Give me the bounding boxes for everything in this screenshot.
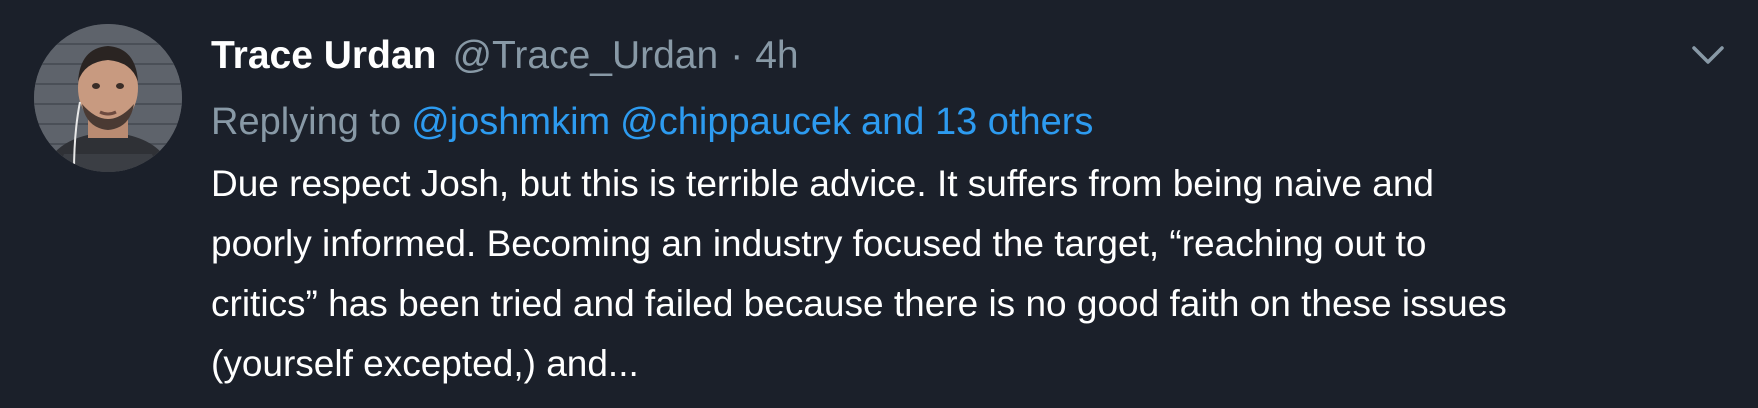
timestamp[interactable]: 4h [755,34,798,78]
replying-to-label: Replying to [211,100,402,143]
tweet: Trace Urdan @Trace_Urdan · 4h Replying t… [0,0,1758,408]
avatar[interactable] [34,24,182,172]
tweet-text-line: Due respect Josh, but this is terrible a… [211,163,1434,204]
separator-dot: · [730,34,744,77]
user-handle[interactable]: @Trace_Urdan [452,34,718,78]
tweet-text-line: (yourself excepted,) and... [211,343,639,384]
tweet-text: Due respect Josh, but this is terrible a… [211,154,1751,394]
tweet-header: Trace Urdan @Trace_Urdan · 4h [211,20,1738,92]
display-name[interactable]: Trace Urdan [211,34,436,78]
tweet-content: Trace Urdan @Trace_Urdan · 4h Replying t… [211,20,1738,394]
chevron-down-icon[interactable] [1688,40,1728,70]
others-link[interactable]: and 13 others [861,101,1093,144]
tweet-text-line: critics” has been tried and failed becau… [211,283,1507,324]
tweet-text-line: poorly informed. Becoming an industry fo… [211,223,1427,264]
replying-to: Replying to @joshmkim @chippaucek and 13… [211,92,1738,152]
mention-joshmkim[interactable]: @joshmkim [411,101,610,144]
avatar-photo [34,24,182,172]
mention-chippaucek[interactable]: @chippaucek [620,101,851,144]
